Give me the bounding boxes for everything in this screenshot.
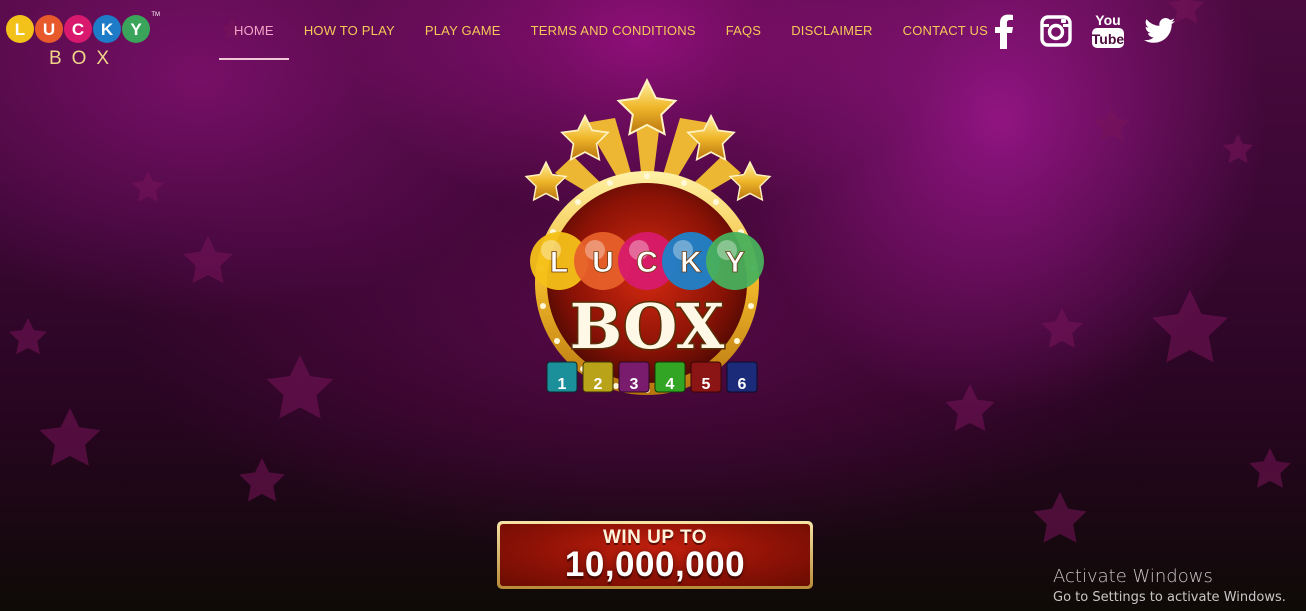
logo-letter: U	[43, 20, 55, 39]
svg-text:You: You	[1095, 12, 1120, 28]
bg-star	[1041, 308, 1083, 348]
bg-star	[183, 236, 233, 284]
social-links: You Tube	[978, 12, 1186, 50]
bg-star	[1249, 448, 1291, 488]
win-banner-amount: 10,000,000	[564, 544, 746, 584]
emblem-letter: U	[592, 246, 614, 279]
bg-star	[1033, 492, 1087, 543]
instagram-icon[interactable]	[1030, 12, 1082, 50]
logo-trademark: TM	[151, 12, 160, 18]
logo-letter: L	[15, 20, 25, 39]
logo-letter: C	[72, 20, 84, 39]
emblem-letter: L	[550, 246, 568, 279]
bg-star	[39, 408, 101, 466]
emblem-word: BOX	[570, 290, 725, 363]
win-banner[interactable]: WIN UP TO 10,000,000	[497, 521, 813, 589]
bg-star	[1222, 134, 1254, 163]
cube-number: 2	[594, 376, 603, 393]
cube-number: 5	[702, 376, 711, 393]
nav-faqs[interactable]: FAQS	[711, 0, 776, 60]
youtube-icon[interactable]: You Tube	[1082, 12, 1134, 50]
logo-letter: K	[101, 20, 114, 39]
win-banner-inner: WIN UP TO 10,000,000	[500, 524, 810, 586]
facebook-icon[interactable]	[978, 12, 1030, 50]
bg-star	[945, 384, 995, 432]
lucky-box-emblem: L U C K Y BOX 1 2 3 4 5 6	[515, 78, 780, 414]
bg-star	[1093, 107, 1131, 142]
logo-word: BOX	[49, 48, 119, 68]
cube-number: 4	[666, 376, 675, 393]
activate-windows-watermark: Activate Windows Go to Settings to activ…	[1053, 566, 1286, 608]
cube-number: 1	[558, 376, 567, 393]
nav-disclaimer[interactable]: DISCLAIMER	[776, 0, 887, 60]
twitter-icon[interactable]	[1134, 12, 1186, 50]
svg-text:Tube: Tube	[1092, 31, 1125, 47]
main-nav: HOME HOW TO PLAY PLAY GAME TERMS AND CON…	[219, 0, 1003, 60]
activate-windows-subtitle: Go to Settings to activate Windows.	[1053, 590, 1286, 605]
nav-play-game[interactable]: PLAY GAME	[410, 0, 516, 60]
lucky-box-logo[interactable]: L U C K Y BOX TM	[4, 10, 164, 69]
bg-star	[266, 355, 334, 419]
nav-home[interactable]: HOME	[219, 0, 289, 60]
bg-star	[239, 458, 285, 502]
nav-how-to-play[interactable]: HOW TO PLAY	[289, 0, 410, 60]
activate-windows-title: Activate Windows	[1053, 566, 1213, 587]
nav-terms-and-conditions[interactable]: TERMS AND CONDITIONS	[516, 0, 711, 60]
logo-letter: Y	[130, 20, 142, 39]
bg-star	[131, 171, 165, 202]
cube-number: 6	[738, 376, 747, 393]
emblem-letter: C	[636, 246, 658, 279]
win-banner-heading: WIN UP TO	[602, 526, 708, 548]
bg-star	[1152, 290, 1228, 363]
cube-number: 3	[630, 376, 639, 393]
emblem-letter: Y	[725, 246, 745, 279]
emblem-letter: K	[680, 246, 702, 279]
bg-star	[9, 318, 47, 355]
